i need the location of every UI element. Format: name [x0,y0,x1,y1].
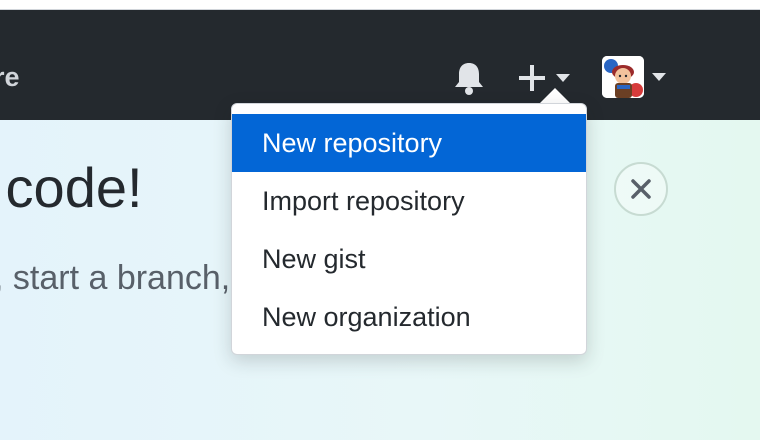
avatar[interactable] [602,56,644,98]
menu-item-new-gist[interactable]: New gist [232,230,586,288]
hero-title: y code! [0,156,143,219]
user-menu-button[interactable] [602,56,674,100]
close-button[interactable] [614,162,668,216]
nav-link-explore[interactable]: lore [0,62,20,92]
dropdown-menu-list: New repository Import repository New gis… [232,114,586,346]
menu-item-import-repository[interactable]: Import repository [232,172,586,230]
menu-item-new-repository[interactable]: New repository [232,114,586,172]
chevron-down-icon [556,74,570,82]
close-icon [631,179,651,199]
dropdown-caret [539,88,571,104]
browser-top-strip [0,0,760,10]
chevron-down-icon [652,73,666,81]
menu-item-new-organization[interactable]: New organization [232,288,586,346]
bell-icon[interactable] [452,60,486,96]
hero-subtitle: , start a branch, [0,259,231,297]
create-new-dropdown: New repository Import repository New gis… [231,103,587,355]
